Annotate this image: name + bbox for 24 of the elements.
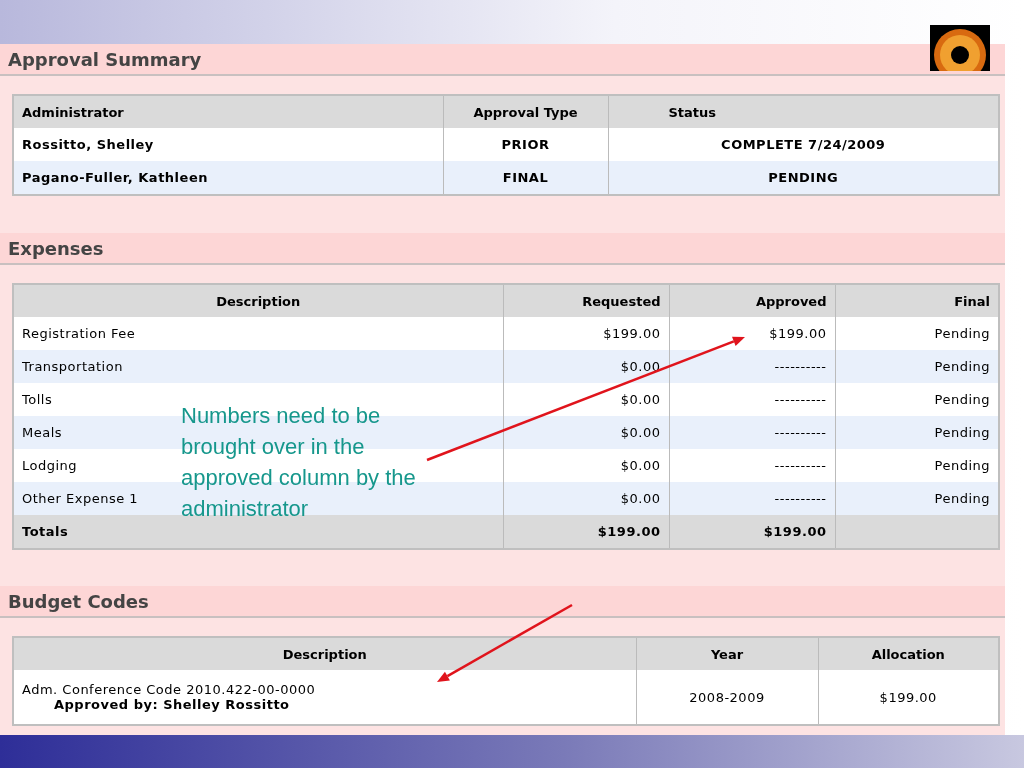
column-header: Approval Type	[443, 95, 608, 128]
table-cell: 2008-2009	[636, 670, 818, 725]
table-cell: Totals	[13, 515, 503, 549]
column-header: Year	[636, 637, 818, 670]
table-cell: $199.00	[818, 670, 999, 725]
column-header: Administrator	[13, 95, 443, 128]
table-cell-text: Adm. Conference Code 2010.422-00-0000	[22, 682, 317, 697]
column-header: Approved	[669, 284, 835, 317]
column-header: Final	[835, 284, 999, 317]
table-cell: PENDING	[608, 161, 999, 195]
section-title: Budget Codes	[0, 586, 1005, 618]
section-title: Expenses	[0, 233, 1005, 265]
table-cell: Pagano-Fuller, Kathleen	[13, 161, 443, 195]
section-title: Approval Summary	[0, 44, 1005, 76]
column-header: Description	[13, 284, 503, 317]
column-header: Allocation	[818, 637, 999, 670]
table-cell: $199.00	[503, 515, 669, 549]
table-cell: $199.00	[669, 515, 835, 549]
approved-by-text: Approved by: Shelley Rossitto	[53, 697, 291, 712]
table-cell: FINAL	[443, 161, 608, 195]
logo-icon	[930, 25, 990, 71]
column-header: Status	[608, 95, 999, 128]
column-header: Description	[13, 637, 636, 670]
column-header: Requested	[503, 284, 669, 317]
